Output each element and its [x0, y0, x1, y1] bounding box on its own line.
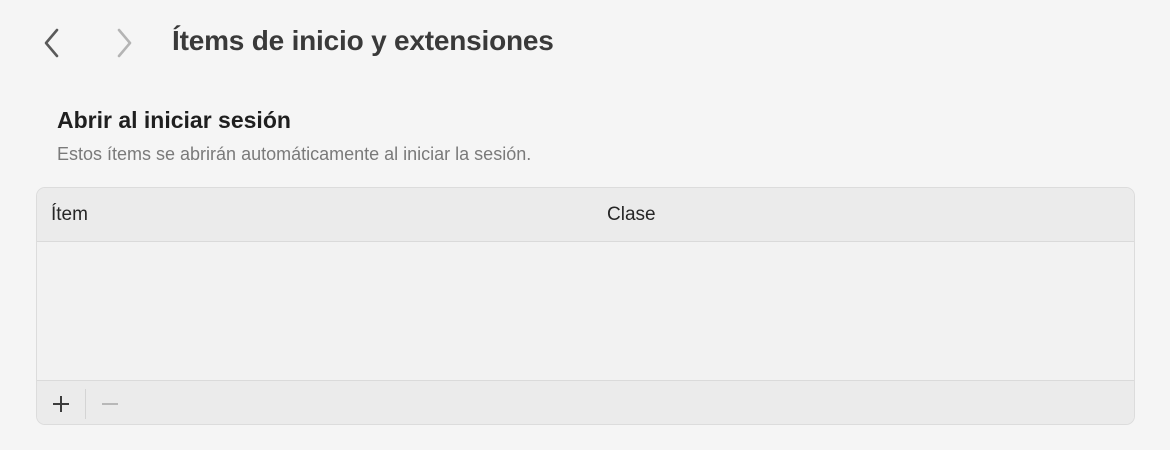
- plus-icon: [53, 396, 69, 412]
- login-items-table: Ítem Clase: [36, 187, 1135, 425]
- back-button[interactable]: [34, 24, 70, 62]
- remove-item-button[interactable]: [86, 381, 134, 424]
- table-header: Ítem Clase: [37, 188, 1134, 242]
- section-title: Abrir al iniciar sesión: [57, 107, 291, 133]
- chevron-left-icon: [44, 28, 59, 58]
- chevron-right-icon: [117, 28, 132, 58]
- column-header-kind[interactable]: Clase: [607, 204, 656, 226]
- section-subtitle: Estos ítems se abrirán automáticamente a…: [57, 144, 532, 164]
- window-title: Ítems de inicio y extensiones: [172, 25, 554, 56]
- table-footer: [37, 380, 1134, 424]
- column-header-item[interactable]: Ítem: [51, 204, 88, 226]
- table-body[interactable]: [37, 242, 1134, 380]
- toolbar: Ítems de inicio y extensiones: [0, 0, 1170, 86]
- minus-icon: [102, 403, 118, 405]
- forward-button[interactable]: [106, 24, 142, 62]
- add-item-button[interactable]: [37, 381, 85, 424]
- settings-pane: Ítems de inicio y extensiones Abrir al i…: [0, 0, 1170, 450]
